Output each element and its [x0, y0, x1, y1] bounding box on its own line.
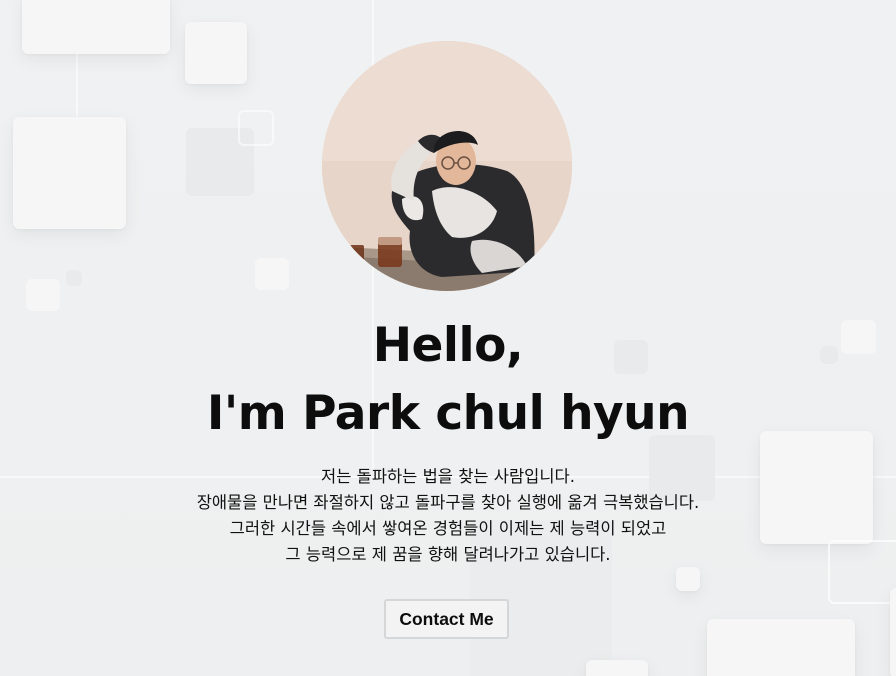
intro-line: 그러한 시간들 속에서 쌓여온 경험들이 이제는 제 능력이 되었고: [229, 519, 667, 538]
bg-tile: [26, 279, 60, 311]
bg-tile: [707, 619, 855, 676]
greeting-line-2: I'm Park chul hyun: [206, 386, 690, 441]
landing-page: Hello, I'm Park chul hyun 저는 돌파하는 법을 찾는 …: [0, 0, 896, 676]
intro-line: 장애물을 만나면 좌절하지 않고 돌파구를 찾아 실행에 옮겨 극복했습니다.: [196, 493, 700, 512]
bg-tile: [13, 117, 126, 229]
bg-tile: [676, 567, 700, 591]
intro-text: 저는 돌파하는 법을 찾는 사람입니다. 장애물을 만나면 좌절하지 않고 돌파…: [0, 464, 896, 568]
bg-tile: [185, 22, 247, 84]
profile-photo: [322, 41, 572, 291]
bg-tile: [586, 660, 648, 676]
bg-tile: [890, 588, 896, 676]
bg-tile: [22, 0, 170, 54]
greeting-line-1: Hello,: [372, 318, 524, 373]
bg-tile: [66, 270, 82, 286]
intro-line: 그 능력으로 제 꿈을 향해 달려나가고 있습니다.: [285, 545, 611, 564]
bg-tile: [238, 110, 274, 146]
contact-me-button[interactable]: Contact Me: [384, 599, 509, 639]
bg-tile: [255, 258, 289, 290]
intro-line: 저는 돌파하는 법을 찾는 사람입니다.: [321, 467, 575, 486]
